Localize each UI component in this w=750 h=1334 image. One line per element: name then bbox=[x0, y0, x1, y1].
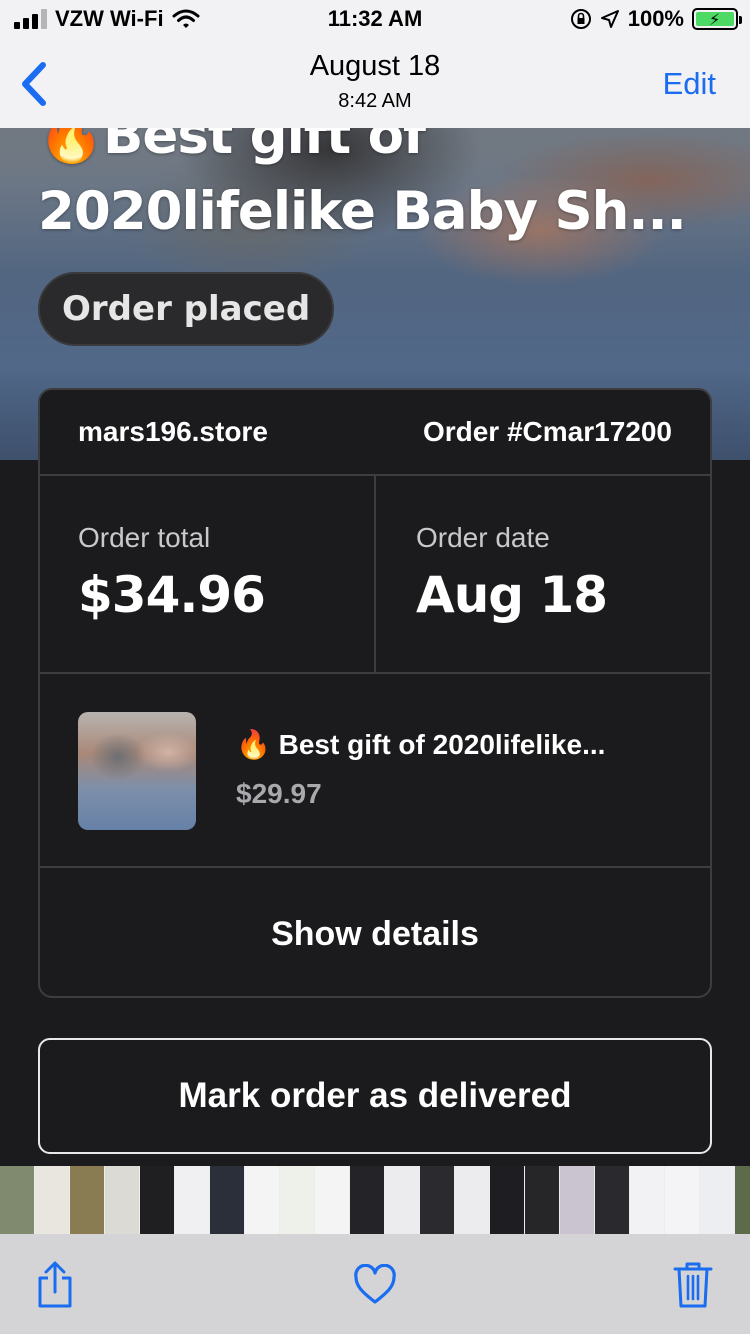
filmstrip-thumb[interactable] bbox=[140, 1166, 175, 1234]
filmstrip-thumb[interactable] bbox=[420, 1166, 455, 1234]
filmstrip-thumb[interactable] bbox=[700, 1166, 735, 1234]
nav-subtitle: 8:42 AM bbox=[338, 90, 412, 112]
edit-button[interactable]: Edit bbox=[663, 66, 716, 102]
filmstrip-thumb[interactable] bbox=[630, 1166, 665, 1234]
trash-icon bbox=[673, 1262, 713, 1308]
filmstrip-thumb[interactable] bbox=[0, 1166, 35, 1234]
battery-percent: 100% bbox=[627, 6, 684, 31]
filmstrip-thumb[interactable] bbox=[105, 1166, 140, 1234]
filmstrip-thumb[interactable] bbox=[385, 1166, 420, 1234]
delete-button[interactable] bbox=[668, 1258, 718, 1312]
order-date-value: Aug 18 bbox=[416, 566, 608, 624]
store-name: mars196.store bbox=[78, 416, 268, 447]
product-title: 🔥Best gift of 2020lifelike Baby Sh... bbox=[38, 105, 718, 250]
location-icon bbox=[600, 10, 619, 28]
mark-delivered-button[interactable]: Mark order as delivered bbox=[38, 1038, 712, 1154]
filmstrip-thumb[interactable] bbox=[665, 1166, 700, 1234]
product-title-line2: 2020lifelike Baby Sh... bbox=[38, 181, 687, 242]
share-icon bbox=[38, 1261, 72, 1308]
bottom-toolbar bbox=[0, 1234, 750, 1334]
order-summary: Order total $34.96 Order date Aug 18 bbox=[40, 476, 710, 674]
filmstrip-thumb[interactable] bbox=[35, 1166, 70, 1234]
filmstrip-thumb[interactable] bbox=[175, 1166, 210, 1234]
nav-bar: August 18 8:42 AM Edit bbox=[0, 40, 750, 128]
photo-filmstrip[interactable] bbox=[0, 1166, 750, 1234]
nav-title: August 18 bbox=[309, 50, 441, 82]
filmstrip-thumb[interactable] bbox=[560, 1166, 595, 1234]
filmstrip-thumb[interactable] bbox=[595, 1166, 630, 1234]
order-header: mars196.store Order #Cmar17200 bbox=[40, 390, 710, 476]
item-thumbnail[interactable] bbox=[78, 712, 196, 830]
filmstrip-thumb[interactable] bbox=[70, 1166, 105, 1234]
battery-charging-icon: ⚡ bbox=[692, 8, 742, 30]
favorite-button[interactable] bbox=[350, 1258, 400, 1312]
order-date-cell: Order date Aug 18 bbox=[376, 476, 710, 672]
order-total-cell: Order total $34.96 bbox=[40, 476, 376, 672]
order-total-value: $34.96 bbox=[78, 566, 266, 624]
order-card: mars196.store Order #Cmar17200 Order tot… bbox=[38, 388, 712, 998]
order-status-badge: Order placed bbox=[38, 272, 335, 346]
order-total-label: Order total bbox=[78, 522, 211, 553]
order-date-label: Order date bbox=[416, 522, 550, 553]
filmstrip-thumb[interactable] bbox=[210, 1166, 245, 1234]
filmstrip-thumb[interactable] bbox=[280, 1166, 315, 1234]
filmstrip-thumb[interactable] bbox=[525, 1166, 560, 1234]
order-number: Order #Cmar17200 bbox=[422, 416, 672, 447]
filmstrip-thumb[interactable] bbox=[455, 1166, 490, 1234]
filmstrip-thumb[interactable] bbox=[490, 1166, 525, 1234]
status-bar: VZW Wi-Fi 11:32 AM 100% ⚡ bbox=[0, 0, 750, 40]
filmstrip-thumb[interactable] bbox=[735, 1166, 750, 1234]
order-item[interactable]: 🔥 Best gift of 2020lifelike... $29.97 bbox=[40, 674, 710, 868]
filmstrip-thumb[interactable] bbox=[315, 1166, 350, 1234]
show-details-button[interactable]: Show details bbox=[40, 868, 710, 996]
filmstrip-thumb[interactable] bbox=[350, 1166, 385, 1234]
share-button[interactable] bbox=[30, 1258, 80, 1312]
filmstrip-thumb[interactable] bbox=[245, 1166, 280, 1234]
top-bar: VZW Wi-Fi 11:32 AM 100% ⚡ August 18 8:42… bbox=[0, 0, 750, 128]
item-price: $29.97 bbox=[236, 778, 322, 809]
item-title: 🔥 Best gift of 2020lifelike... bbox=[236, 729, 606, 760]
orientation-lock-icon bbox=[570, 9, 591, 29]
heart-icon bbox=[354, 1264, 396, 1304]
status-right-group: 100% ⚡ bbox=[570, 6, 742, 32]
show-details-label: Show details bbox=[271, 914, 479, 953]
mark-delivered-label: Mark order as delivered bbox=[178, 1076, 572, 1115]
